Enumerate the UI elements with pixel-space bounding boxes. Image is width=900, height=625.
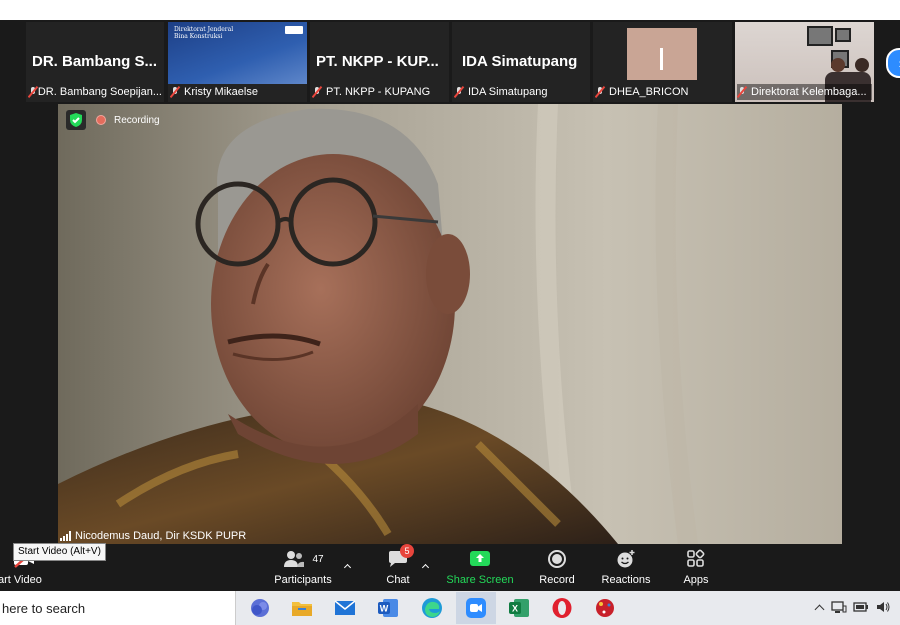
share-screen-button[interactable]: Share Screen [444, 548, 516, 588]
participant-tile[interactable]: IDA Simatupang IDA Simatupang [452, 22, 590, 102]
chat-icon: 5 [378, 544, 418, 570]
network-icon[interactable] [831, 600, 847, 614]
word-icon[interactable]: W [376, 596, 400, 620]
recording-indicator[interactable]: Recording [96, 113, 160, 127]
teams-icon[interactable] [248, 596, 272, 620]
speaker-video-frame [58, 104, 842, 544]
apps-label: Apps [683, 574, 709, 586]
participant-tile[interactable]: Direktorat Jenderal Bina Konstruksi Kris… [168, 22, 307, 102]
reactions-button[interactable]: Reactions [598, 548, 654, 588]
window-top-edge [0, 0, 900, 20]
participants-count: 47 [312, 553, 324, 565]
connection-signal-icon [60, 531, 71, 541]
participant-tile[interactable]: Direktorat Kelembaga... [735, 22, 874, 102]
mic-muted-icon [170, 86, 180, 98]
recording-label: Recording [114, 114, 160, 126]
participant-display-name: DR. Bambang S... [32, 53, 158, 70]
active-speaker-label: Nicodemus Daud, Dir KSDK PUPR [60, 529, 246, 543]
mic-muted-icon [312, 86, 322, 98]
participant-name-label: PT. NKPP - KUPANG [312, 84, 447, 100]
reactions-label: Reactions [601, 574, 651, 586]
participants-icon-row: 47 [268, 548, 338, 570]
participant-tile[interactable]: DR. Bambang S... DR. Bambang Soepijan... [26, 22, 164, 102]
file-explorer-icon[interactable] [290, 596, 314, 620]
reactions-emoji-icon [598, 548, 654, 570]
main-speaker-video[interactable] [58, 104, 842, 544]
participants-options-chevron-icon[interactable] [343, 557, 352, 575]
svg-text:W: W [380, 604, 389, 614]
wall-frame [807, 26, 833, 46]
recording-dot-icon [96, 115, 106, 125]
record-icon [534, 548, 580, 570]
record-label: Record [539, 574, 575, 586]
pupr-logo [285, 26, 303, 34]
participant-name: Direktorat Kelembaga... [751, 86, 867, 98]
mail-icon[interactable] [333, 596, 357, 620]
participant-name: DR. Bambang Soepijan... [37, 86, 162, 98]
share-screen-label: Share Screen [446, 574, 514, 586]
participant-name-label: DR. Bambang Soepijan... [28, 84, 162, 100]
person-head [855, 58, 869, 72]
participant-name: DHEA_BRICON [609, 86, 689, 98]
participant-name: IDA Simatupang [468, 86, 548, 98]
participant-name: PT. NKPP - KUPANG [326, 86, 431, 98]
participant-name-label: DHEA_BRICON [595, 84, 730, 100]
chat-label: Chat [386, 574, 410, 586]
battery-icon[interactable] [853, 601, 869, 613]
share-screen-icon [444, 548, 516, 570]
apps-button[interactable]: Apps [676, 548, 716, 588]
search-placeholder: here to search [2, 600, 86, 616]
mic-muted-icon [737, 86, 747, 98]
participant-tile[interactable]: DHEA_BRICON [593, 22, 732, 102]
app-icon[interactable] [593, 596, 617, 620]
start-video-label: art Video [0, 574, 42, 586]
shield-glyph [70, 113, 82, 127]
participant-tile[interactable]: PT. NKPP - KUP... PT. NKPP - KUPANG [310, 22, 449, 102]
opera-icon[interactable] [550, 596, 574, 620]
excel-icon[interactable]: X [507, 596, 531, 620]
volume-icon[interactable] [875, 600, 891, 614]
participant-name-label: Kristy Mikaelse [170, 84, 305, 100]
security-shield-icon[interactable] [66, 110, 86, 130]
wall-frame [835, 28, 851, 42]
svg-text:X: X [512, 604, 518, 614]
person-head [831, 58, 845, 72]
show-hidden-icons-chevron-icon[interactable] [814, 604, 825, 614]
start-video-tooltip: Start Video (Alt+V) [13, 543, 106, 561]
participant-name-label: Direktorat Kelembaga... [737, 84, 872, 100]
participant-video-thumbnail [627, 28, 697, 80]
edge-icon[interactable] [420, 596, 444, 620]
apps-icon [676, 548, 716, 570]
chat-unread-badge: 5 [400, 544, 414, 558]
zoom-icon[interactable] [456, 592, 496, 624]
video-element [660, 48, 663, 70]
taskbar-search-box[interactable]: here to search [0, 591, 236, 625]
mic-muted-icon [28, 86, 35, 98]
participant-display-name: PT. NKPP - KUP... [316, 53, 439, 70]
participants-icon [284, 551, 305, 567]
participant-name-label: IDA Simatupang [454, 84, 588, 100]
chat-button[interactable]: 5 Chat [378, 544, 418, 588]
chat-options-chevron-icon[interactable] [421, 557, 430, 575]
participant-display-name: IDA Simatupang [462, 53, 578, 70]
mic-muted-icon [454, 86, 464, 98]
mic-muted-icon [595, 86, 605, 98]
participants-button[interactable]: 47 Participants [268, 548, 338, 588]
participant-name: Kristy Mikaelse [184, 86, 258, 98]
system-tray[interactable] [814, 598, 891, 616]
slide-title: Direktorat Jenderal Bina Konstruksi [174, 26, 234, 40]
shared-slide-thumbnail: Direktorat Jenderal Bina Konstruksi [168, 22, 307, 84]
record-button[interactable]: Record [534, 548, 580, 588]
speaker-name: Nicodemus Daud, Dir KSDK PUPR [75, 530, 247, 542]
participants-label: Participants [274, 574, 332, 586]
